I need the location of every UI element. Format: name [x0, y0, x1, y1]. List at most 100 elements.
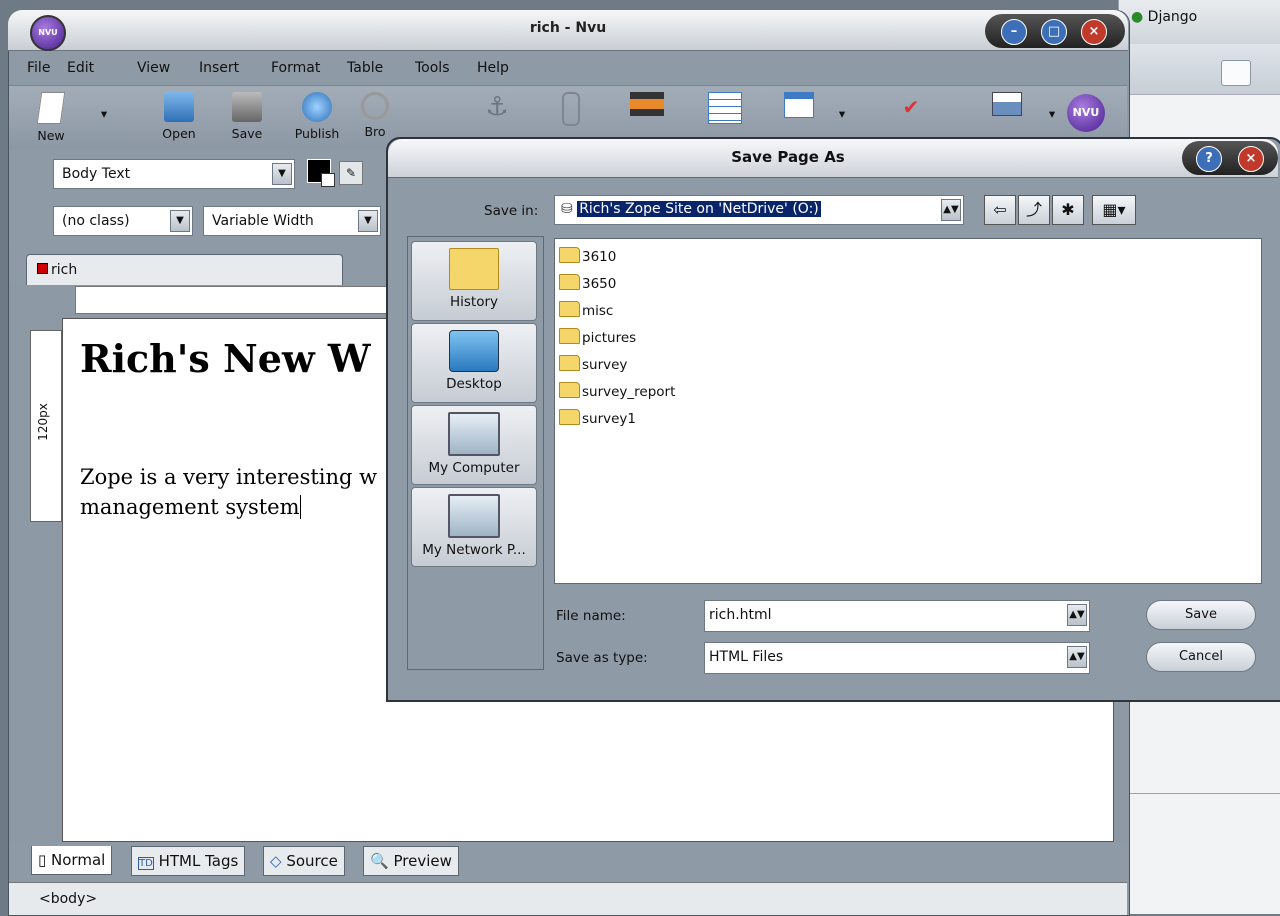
file-name-label: File name:: [556, 608, 626, 624]
globe-icon: ●: [1131, 9, 1144, 25]
chevron-down-icon: ▾: [1048, 106, 1056, 121]
history-folder-icon: [449, 248, 499, 290]
link-button[interactable]: [541, 92, 601, 130]
table-button[interactable]: [695, 92, 755, 128]
paragraph-line-2-text: management system: [80, 495, 300, 519]
print-button[interactable]: [977, 92, 1037, 120]
spell-button[interactable]: ✔: [881, 92, 941, 126]
magnifier-icon: [361, 92, 389, 120]
menu-format[interactable]: Format: [271, 60, 320, 76]
view-menu-button[interactable]: ▦▾: [1092, 195, 1136, 225]
browse-label: Bro: [364, 124, 386, 139]
link-icon: [562, 92, 580, 126]
cancel-button[interactable]: Cancel: [1146, 642, 1256, 672]
django-tab[interactable]: ● Django: [1131, 9, 1197, 25]
chevron-down-icon[interactable]: ▼: [272, 163, 292, 185]
save-as-type-select[interactable]: HTML Files ▲▼: [704, 642, 1090, 674]
chevron-down-icon: ▾: [100, 106, 108, 121]
open-folder-icon: [164, 92, 194, 122]
window-controls: – □ ×: [985, 14, 1125, 48]
close-icon[interactable]: ×: [1238, 146, 1264, 172]
file-name-input[interactable]: rich.html ▲▼: [704, 600, 1090, 632]
minimize-icon[interactable]: –: [1001, 19, 1027, 45]
tab-html-tags-label: HTML Tags: [158, 852, 239, 870]
pencil-icon[interactable]: ✎: [339, 161, 363, 185]
form-dropdown[interactable]: ▾: [827, 106, 857, 121]
nvu-app-icon[interactable]: NVU: [30, 15, 66, 51]
page-icon: ▯: [38, 851, 52, 869]
tab-normal[interactable]: ▯ Normal: [31, 846, 113, 875]
tab-rich-label: rich: [51, 262, 78, 278]
folder-icon: [559, 409, 580, 425]
list-item[interactable]: survey1: [559, 409, 636, 427]
close-icon[interactable]: ×: [1081, 19, 1107, 45]
menu-edit[interactable]: Edit: [67, 60, 94, 76]
print-dropdown[interactable]: ▾: [1037, 106, 1067, 121]
menu-help[interactable]: Help: [477, 60, 509, 76]
place-desktop-label: Desktop: [446, 376, 502, 392]
paragraph-style-value: Body Text: [62, 166, 131, 182]
nvu-logo-badge: NVU: [1067, 94, 1105, 132]
anchor-button[interactable]: ⚓: [467, 92, 527, 126]
publish-button[interactable]: Publish: [287, 92, 347, 141]
vertical-ruler: 120px: [30, 330, 62, 522]
chevron-down-icon[interactable]: ▲▼: [1067, 604, 1087, 626]
chevron-down-icon[interactable]: ▼: [170, 210, 190, 232]
form-button[interactable]: [769, 92, 829, 122]
file-list[interactable]: 3610 3650 misc pictures survey survey_re…: [554, 238, 1262, 584]
place-my-computer[interactable]: My Computer: [411, 405, 537, 485]
new-folder-icon: ✱: [1061, 200, 1075, 219]
back-button[interactable]: ⇦: [984, 195, 1016, 225]
list-item[interactable]: survey: [559, 355, 627, 373]
tab-rich[interactable]: rich: [26, 254, 343, 285]
chevron-down-icon[interactable]: ▼: [358, 210, 378, 232]
paragraph-style-select[interactable]: Body Text ▼: [53, 159, 295, 189]
new-page-icon: [36, 92, 66, 124]
folder-name: misc: [582, 303, 614, 319]
chevron-down-icon[interactable]: ▲▼: [1067, 646, 1087, 668]
folder-up-icon: ⤴: [1025, 200, 1042, 219]
tab-preview[interactable]: 🔍 Preview: [363, 846, 459, 876]
list-item[interactable]: 3650: [559, 274, 616, 292]
save-toolbar-button[interactable]: Save: [217, 92, 277, 141]
list-item[interactable]: pictures: [559, 328, 636, 346]
place-history[interactable]: History: [411, 241, 537, 321]
tab-html-tags[interactable]: TD HTML Tags: [131, 846, 246, 876]
dialog-window-controls: ? ×: [1182, 141, 1278, 175]
new-dropdown[interactable]: ▾: [89, 106, 119, 121]
open-button[interactable]: Open: [149, 92, 209, 141]
ruler-label: 120px: [36, 403, 50, 441]
up-folder-button[interactable]: ⤴: [1018, 195, 1050, 225]
background-square-button[interactable]: [1221, 60, 1251, 86]
chevron-down-icon[interactable]: ▲▼: [941, 199, 961, 221]
save-in-select[interactable]: ⛁ Rich's Zope Site on 'NetDrive' (O:) ▲▼: [554, 195, 964, 225]
table-icon: [708, 92, 742, 124]
menu-tools[interactable]: Tools: [415, 60, 450, 76]
maximize-icon[interactable]: □: [1041, 19, 1067, 45]
list-item[interactable]: misc: [559, 301, 613, 319]
new-button[interactable]: New: [21, 92, 81, 143]
menu-insert[interactable]: Insert: [199, 60, 239, 76]
list-item[interactable]: 3610: [559, 247, 616, 265]
tab-source[interactable]: ◇ Source: [263, 846, 345, 876]
save-button[interactable]: Save: [1146, 600, 1256, 630]
browse-button[interactable]: Bro: [355, 92, 395, 139]
font-value: Variable Width: [212, 213, 314, 229]
image-button[interactable]: [617, 92, 677, 120]
list-item[interactable]: survey_report: [559, 382, 675, 400]
font-select[interactable]: Variable Width ▼: [203, 206, 381, 236]
menu-file[interactable]: File: [27, 60, 50, 76]
menu-view[interactable]: View: [137, 60, 170, 76]
magnifier-icon: 🔍: [370, 852, 389, 870]
image-icon: [630, 92, 664, 116]
place-my-network[interactable]: My Network P...: [411, 487, 537, 567]
place-my-network-label: My Network P...: [422, 542, 526, 558]
help-icon[interactable]: ?: [1196, 146, 1222, 172]
new-folder-button[interactable]: ✱: [1052, 195, 1084, 225]
status-tag-path[interactable]: <body>: [39, 891, 97, 907]
place-desktop[interactable]: Desktop: [411, 323, 537, 403]
dialog-titlebar: Save Page As: [388, 139, 1278, 178]
menu-table[interactable]: Table: [347, 60, 383, 76]
background-color-swatch[interactable]: [321, 173, 335, 187]
class-select[interactable]: (no class) ▼: [53, 206, 193, 236]
